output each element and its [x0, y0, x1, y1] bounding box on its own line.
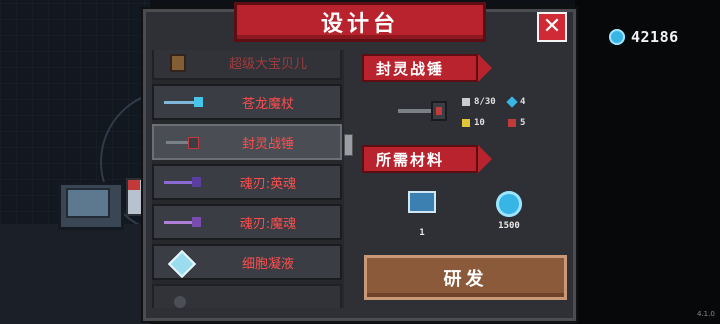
list-item-label: 封灵战锤	[241, 136, 294, 152]
list-item-label: 魂刃:魔魂	[239, 216, 297, 232]
orb-icon	[160, 290, 206, 308]
list-scrollbar[interactable]	[344, 134, 353, 156]
sword-violet-icon	[160, 210, 206, 234]
materials-title: 所需材料	[376, 150, 445, 169]
stat-accuracy: 5	[508, 118, 525, 128]
list-item-label: 魂刃:英魂	[239, 176, 297, 192]
list-item[interactable]: 超级大宝贝儿	[152, 50, 342, 80]
material-count-gems: 1500	[498, 221, 520, 231]
gem-icon	[496, 191, 522, 217]
list-item[interactable]: 细胞凝液	[152, 244, 342, 280]
weapon-name: 封灵战锤	[376, 59, 445, 78]
close-button[interactable]: ✕	[537, 12, 567, 42]
currency-display: 42186	[609, 28, 679, 46]
version-label: 4.1.0	[697, 310, 715, 318]
list-item[interactable]: 封灵战锤	[152, 124, 342, 160]
title-banner: 设计台	[234, 2, 486, 42]
energy-icon	[506, 96, 518, 108]
gem-count: 42186	[631, 28, 679, 46]
item-list[interactable]: 超级大宝贝儿 苍龙魔杖 封灵战锤 魂刃:英魂 魂刃:魔魂 细胞凝液	[152, 50, 344, 308]
list-item-label: 苍龙魔杖	[241, 96, 294, 112]
pet-icon	[160, 50, 206, 74]
research-button[interactable]: 研发	[364, 255, 567, 300]
list-item[interactable]: 魂刃:英魂	[152, 164, 342, 200]
syringe-icon	[160, 249, 206, 279]
page-title: 设计台	[320, 12, 399, 37]
material-count-blueprint: 1	[419, 228, 425, 238]
research-label: 研发	[443, 268, 488, 290]
sword-stat-icon	[462, 98, 470, 106]
list-item[interactable]	[152, 284, 342, 308]
weapon-name-tag: 封灵战锤	[362, 54, 492, 82]
staff-icon	[160, 90, 206, 114]
list-item[interactable]: 魂刃:魔魂	[152, 204, 342, 240]
crit-icon	[462, 119, 470, 127]
list-item-label: 超级大宝贝儿	[228, 56, 307, 72]
hammer-icon	[160, 130, 206, 154]
table-monitor	[66, 188, 110, 218]
blueprint-icon	[408, 191, 436, 213]
stat-crit: 10	[462, 118, 485, 128]
hammer-icon	[398, 101, 447, 121]
sword-purple-icon	[160, 170, 206, 194]
dark-area	[575, 0, 720, 324]
list-item-label: 细胞凝液	[241, 256, 294, 272]
close-icon: ✕	[542, 14, 562, 39]
stat-energy: 4	[506, 96, 525, 108]
list-item[interactable]: 苍龙魔杖	[152, 84, 342, 120]
player-scarf	[128, 180, 140, 190]
stat-damage: 8/30	[462, 97, 496, 107]
accuracy-icon	[508, 119, 516, 127]
gem-icon	[609, 29, 625, 45]
materials-tag: 所需材料	[362, 145, 492, 173]
dungeon-wall	[0, 224, 150, 324]
